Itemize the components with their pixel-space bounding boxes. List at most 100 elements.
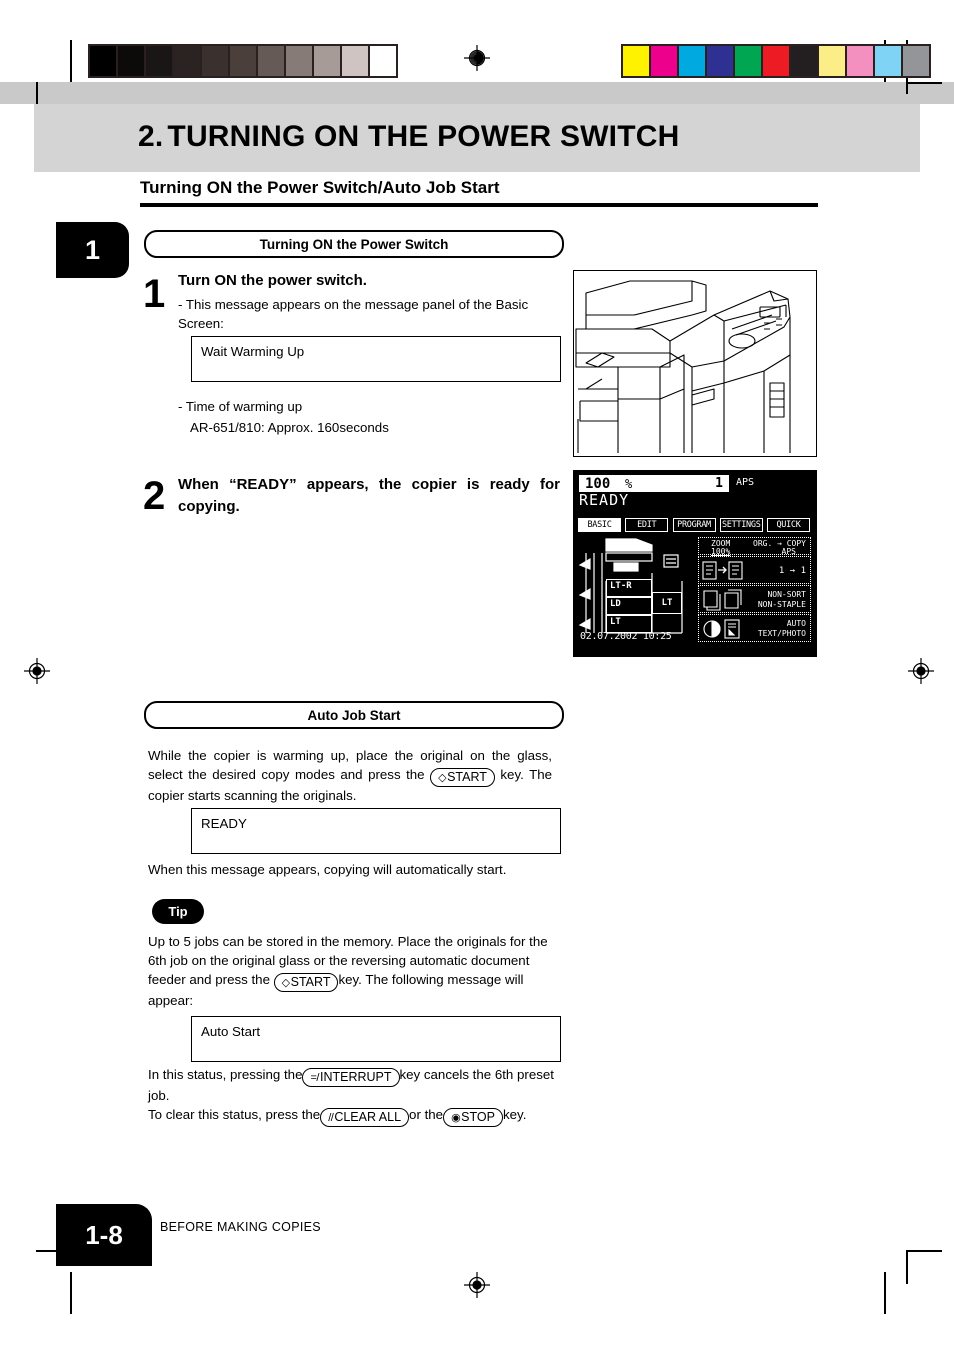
wedge-patch-8 xyxy=(314,46,340,76)
clear-text-mid: or the xyxy=(409,1107,444,1122)
wedge-patch-10 xyxy=(370,46,396,76)
lcd-tab-bar[interactable]: BASIC EDIT PROGRAM SETTINGS QUICK xyxy=(578,518,810,532)
color-patch-6 xyxy=(791,46,817,76)
color-patch-9 xyxy=(875,46,901,76)
section-heading-auto-job-start: Auto Job Start xyxy=(144,701,564,729)
lcd-org-copy-label: ORG. → COPY xyxy=(753,539,806,548)
chapter-title-text: TURNING ON THE POWER SWITCH xyxy=(167,120,680,153)
lcd-zoom-ratio: 100% xyxy=(711,547,731,556)
lcd-tray-1[interactable]: LT-R xyxy=(606,579,652,597)
interrupt-key-chip[interactable]: =/INTERRUPT xyxy=(302,1068,400,1087)
wedge-patch-6 xyxy=(258,46,284,76)
registration-mark-top xyxy=(464,45,490,71)
lcd-tab-quick[interactable]: QUICK xyxy=(767,518,810,532)
lcd-finishing-line-2: NON-STAPLE xyxy=(757,600,806,609)
trim-mark-bottom-right3 xyxy=(906,1250,908,1284)
lcd-tab-basic[interactable]: BASIC xyxy=(578,518,621,532)
page-subtitle: Turning ON the Power Switch/Auto Job Sta… xyxy=(140,178,500,197)
footer-page-number: 1-8 xyxy=(56,1204,152,1266)
lcd-basic-screen: 100 % 1 APS READY BASIC EDIT PROGRAM SETTIN… xyxy=(573,470,817,657)
interrupt-glyph-icon: =/ xyxy=(310,1072,319,1084)
lcd-tray-2[interactable]: LD xyxy=(606,597,652,615)
stop-key-chip[interactable]: ◉STOP xyxy=(443,1108,503,1127)
registration-mark-right xyxy=(908,658,934,684)
color-patch-0 xyxy=(623,46,649,76)
color-patch-5 xyxy=(763,46,789,76)
clear-text-a: To clear this status, press the xyxy=(148,1107,321,1122)
message-panel-warming-up: Wait Warming Up xyxy=(191,336,561,382)
start-key-chip[interactable]: ◇START xyxy=(430,767,495,787)
step-1-number: 1 xyxy=(143,272,166,316)
lcd-tray-bypass[interactable]: LT xyxy=(652,592,682,614)
color-patch-2 xyxy=(679,46,705,76)
color-patch-8 xyxy=(847,46,873,76)
start-key-label-2: START xyxy=(290,974,331,989)
lcd-exposure-box[interactable]: AUTO TEXT/PHOTO xyxy=(698,614,811,642)
wedge-patch-5 xyxy=(230,46,256,76)
trim-mark-top-left xyxy=(70,40,72,82)
step-1-bullet-2-detail: AR-651/810: Approx. 160seconds xyxy=(190,420,389,435)
interrupt-text-a: In this status, pressing the xyxy=(148,1067,303,1082)
lcd-top-status-bar: 100 % 1 xyxy=(579,475,729,492)
clear-all-glyph-icon: // xyxy=(328,1112,334,1124)
color-patch-7 xyxy=(819,46,845,76)
trim-mark-corner-right xyxy=(908,82,942,84)
interrupt-key-label: INTERRUPT xyxy=(319,1070,392,1084)
lcd-duplex-box[interactable]: 1 → 1 xyxy=(698,556,811,584)
lcd-status-message: READY xyxy=(579,491,630,509)
step-1-bullet-2: - Time of warming up xyxy=(178,399,303,414)
registration-mark-left xyxy=(24,658,50,684)
tip-badge: Tip xyxy=(152,899,204,924)
start-key-label: START xyxy=(447,769,487,784)
wedge-patch-0 xyxy=(90,46,116,76)
clear-all-key-chip[interactable]: //CLEAR ALL xyxy=(320,1108,410,1127)
step-1-title: Turn ON the power switch. xyxy=(178,272,367,289)
start-diamond-icon-2: ◇ xyxy=(281,976,290,989)
lcd-exposure-line-1: AUTO xyxy=(786,619,806,628)
wedge-patch-9 xyxy=(342,46,368,76)
step-2-title: When “READY” appears, the copier is read… xyxy=(178,476,560,515)
lcd-org-copy-value: APS xyxy=(781,547,796,556)
lcd-duplex-value: 1 → 1 xyxy=(778,566,806,576)
trim-mark-bottom-right2 xyxy=(908,1250,942,1252)
lcd-finishing-box[interactable]: NON-SORT NON-STAPLE xyxy=(698,585,811,613)
lcd-percent-sign: % xyxy=(625,477,633,491)
trim-mark-bottom-right xyxy=(884,1272,886,1314)
top-gray-band xyxy=(0,82,954,104)
chapter-number: 2. xyxy=(138,120,164,153)
lcd-paper-mode: APS xyxy=(736,477,755,488)
wedge-patch-7 xyxy=(286,46,312,76)
lcd-settings-panel: ZOOM 100% ORG. → COPY APS 1 → 1 NON-SORT… xyxy=(698,537,811,649)
step-1-bullet-1: - This message appears on the message pa… xyxy=(178,297,529,331)
lcd-zoom-box[interactable]: ZOOM 100% ORG. → COPY APS xyxy=(698,537,811,556)
chapter-tab: 1 xyxy=(56,222,129,278)
section-heading-power-switch: Turning ON the Power Switch xyxy=(144,230,564,258)
step-2-number: 2 xyxy=(143,474,166,518)
wedge-patch-3 xyxy=(174,46,200,76)
color-patch-3 xyxy=(707,46,733,76)
lcd-tab-program[interactable]: PROGRAM xyxy=(672,518,716,532)
subtitle-rule xyxy=(140,203,818,207)
footer-section-name: BEFORE MAKING COPIES xyxy=(160,1220,321,1234)
lcd-tab-settings[interactable]: SETTINGS xyxy=(719,518,763,532)
lcd-datetime: 02.07.2002 10:25 xyxy=(580,631,672,642)
color-patch-1 xyxy=(651,46,677,76)
color-patch-4 xyxy=(735,46,761,76)
lcd-exposure-line-2: TEXT/PHOTO xyxy=(757,629,806,638)
page-title: 2. TURNING ON THE POWER SWITCH xyxy=(138,120,679,154)
wedge-patch-1 xyxy=(118,46,144,76)
clear-text-b: key. xyxy=(502,1107,527,1122)
lcd-tab-edit[interactable]: EDIT xyxy=(625,518,669,532)
start-diamond-icon: ◇ xyxy=(438,771,447,784)
tip-paragraph: Up to 5 jobs can be stored in the memory… xyxy=(148,933,554,1011)
start-key-chip-2[interactable]: ◇START xyxy=(273,972,339,992)
message-panel-ready: READY xyxy=(191,808,561,854)
wedge-patch-4 xyxy=(202,46,228,76)
wedge-patch-2 xyxy=(146,46,172,76)
trim-mark-bottom-left xyxy=(70,1272,72,1314)
stop-circle-icon: ◉ xyxy=(451,1112,461,1124)
clear-all-key-label: CLEAR ALL xyxy=(334,1110,402,1124)
copier-illustration xyxy=(573,270,817,457)
color-registration-bar xyxy=(621,44,931,78)
auto-job-start-paragraph-1: While the copier is warming up, place th… xyxy=(148,747,552,806)
